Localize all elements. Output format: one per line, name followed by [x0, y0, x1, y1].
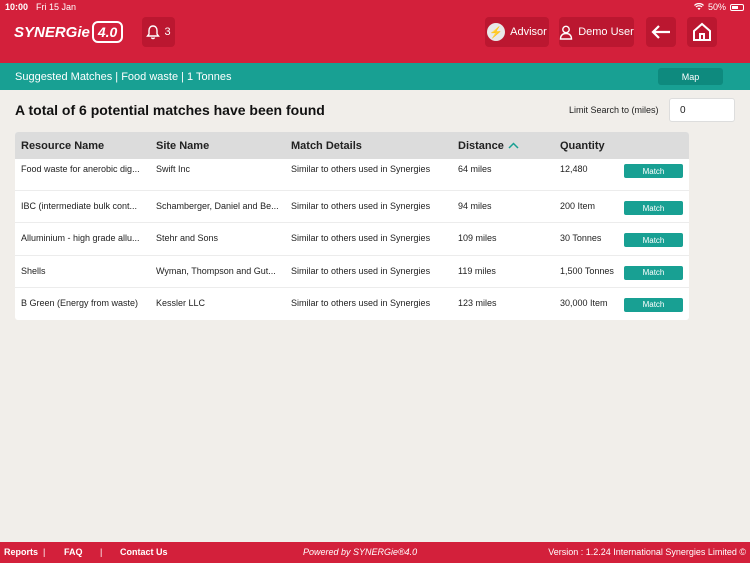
cell-resource-name: Alluminium - high grade allu... — [21, 233, 140, 244]
header-site-name[interactable]: Site Name — [156, 140, 209, 152]
table-row: Alluminium - high grade allu... Stehr and… — [15, 223, 689, 256]
advisor-label: Advisor — [510, 26, 547, 38]
cell-match-details: Similar to others used in Synergies — [291, 265, 431, 276]
match-button[interactable]: Match — [624, 297, 683, 312]
match-button[interactable]: Match — [624, 265, 683, 280]
cell-site-name: Schamberger, Daniel and Be... — [156, 201, 279, 212]
footer-separator: | — [100, 547, 103, 557]
status-bar: 10:00 Fri 15 Jan 50% — [0, 0, 750, 14]
status-date: Fri 15 Jan — [36, 2, 77, 12]
cell-match-details: Similar to others used in Synergies — [291, 164, 431, 174]
footer-contact-link[interactable]: Contact Us — [120, 547, 168, 557]
cell-site-name: Wyman, Thompson and Gut... — [156, 265, 276, 276]
table-row: Food waste for anerobic dig... Swift Inc S… — [15, 159, 689, 192]
status-time: 10:00 — [5, 2, 29, 12]
app-header: 10:00 Fri 15 Jan 50% SYNERGie 4.0 3 ⚡ Ad… — [0, 0, 750, 63]
header-quantity[interactable]: Quantity — [560, 140, 605, 152]
app-footer: Reports | FAQ | Contact Us Powered by SY… — [0, 542, 750, 563]
table-row: B Green (Energy from waste) Kessler LLC Si… — [15, 288, 689, 320]
home-icon — [693, 22, 711, 41]
cell-resource-name: B Green (Energy from waste) — [21, 297, 139, 308]
wifi-icon — [693, 3, 704, 10]
cell-site-name: Kessler LLC — [156, 297, 206, 308]
user-button[interactable]: Demo User — [559, 17, 634, 47]
match-button[interactable]: Match — [624, 233, 683, 248]
breadcrumb: Suggested Matches | Food waste | 1 Tonne… — [15, 71, 232, 83]
footer-version: Version : 1.2.24 International Synergies… — [548, 547, 746, 557]
cell-quantity: 30,000 Item — [560, 297, 608, 308]
back-button[interactable] — [646, 17, 676, 47]
footer-powered-by: Powered by SYNERGie®4.0 — [303, 547, 418, 557]
matches-table: Resource Name Site Name Match Details Di… — [15, 132, 689, 320]
subheader-bar: Suggested Matches | Food waste | 1 Tonne… — [0, 63, 750, 90]
cell-resource-name: Food waste for anerobic dig... — [21, 164, 140, 174]
match-summary: A total of 6 potential matches have been… — [15, 102, 325, 118]
battery-icon — [730, 3, 744, 11]
bell-icon — [146, 24, 161, 39]
cell-distance: 109 miles — [458, 233, 497, 244]
sort-ascending-icon — [508, 142, 519, 149]
limit-search-label: Limit Search to (miles) — [569, 105, 659, 115]
cell-distance: 119 miles — [458, 265, 496, 276]
battery-percent: 50% — [707, 2, 726, 12]
cell-match-details: Similar to others used in Synergies — [291, 201, 431, 212]
cell-site-name: Stehr and Sons — [156, 233, 219, 244]
footer-reports-link[interactable]: Reports — [4, 547, 38, 557]
header-distance: Distance — [458, 140, 504, 152]
user-icon — [559, 25, 573, 40]
synergie-logo: SYNERGie 4.0 — [14, 20, 124, 44]
header-resource-name[interactable]: Resource Name — [21, 140, 104, 152]
home-button[interactable] — [687, 17, 717, 47]
footer-separator: | — [43, 547, 46, 557]
footer-faq-link[interactable]: FAQ — [64, 547, 83, 557]
cell-quantity: 30 Tonnes — [560, 233, 602, 244]
lightning-icon: ⚡ — [487, 23, 506, 41]
notifications-button[interactable]: 3 — [142, 17, 175, 47]
header-match-details[interactable]: Match Details — [291, 140, 362, 152]
cell-quantity: 12,480 — [560, 164, 588, 174]
match-button[interactable]: Match — [624, 201, 683, 216]
user-label: Demo User — [578, 26, 634, 38]
header-distance-sort[interactable]: Distance — [458, 140, 519, 152]
limit-search-input[interactable] — [669, 98, 735, 122]
cell-distance: 94 miles — [458, 201, 492, 212]
table-header: Resource Name Site Name Match Details Di… — [15, 132, 689, 159]
cell-match-details: Similar to others used in Synergies — [291, 233, 431, 244]
cell-resource-name: Shells — [21, 265, 46, 276]
table-body: Food waste for anerobic dig... Swift Inc S… — [15, 159, 689, 320]
status-right: 50% — [693, 2, 744, 12]
notification-count: 3 — [164, 26, 171, 38]
logo-version: 4.0 — [91, 21, 124, 43]
cell-distance: 123 miles — [458, 297, 497, 308]
table-row: IBC (intermediate bulk cont... Schamberge… — [15, 191, 689, 224]
cell-quantity: 200 Item — [560, 201, 596, 212]
arrow-left-icon — [651, 25, 670, 39]
map-button[interactable]: Map — [658, 68, 723, 85]
match-button[interactable]: Match — [624, 164, 683, 178]
cell-quantity: 1,500 Tonnes — [560, 265, 614, 276]
table-row: Shells Wyman, Thompson and Gut... Similar … — [15, 256, 689, 288]
cell-site-name: Swift Inc — [156, 164, 191, 174]
logo-text: SYNERGie — [14, 23, 90, 41]
cell-distance: 64 miles — [458, 164, 492, 174]
cell-match-details: Similar to others used in Synergies — [291, 297, 431, 308]
cell-resource-name: IBC (intermediate bulk cont... — [21, 201, 138, 212]
advisor-button[interactable]: ⚡ Advisor — [485, 17, 549, 47]
